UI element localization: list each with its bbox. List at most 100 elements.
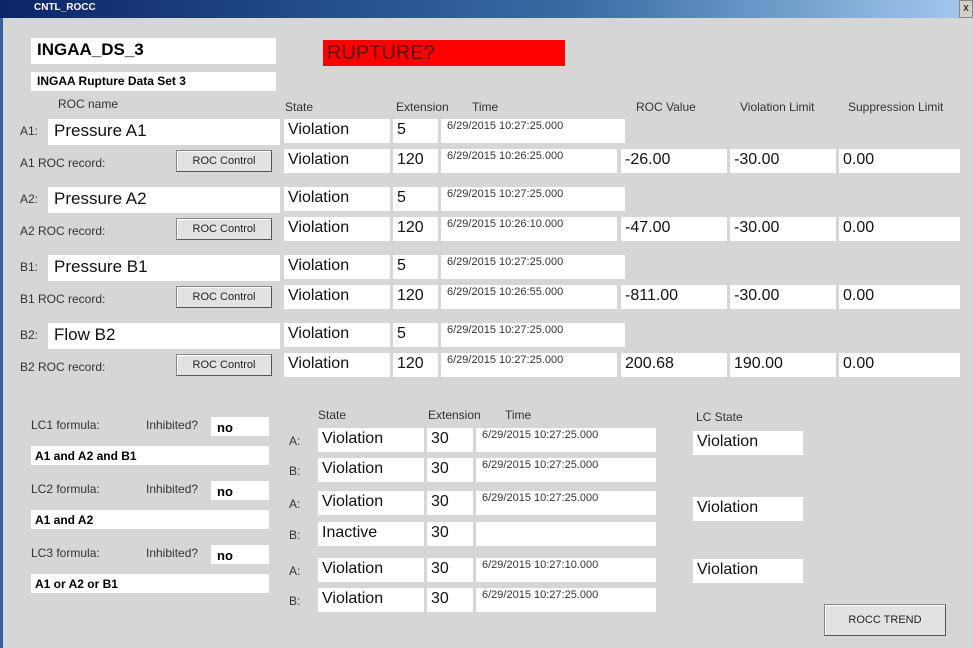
lc-a-time-field[interactable]: 6/29/2015 10:27:25.000	[476, 428, 656, 452]
condition-b-label: B:	[289, 594, 301, 608]
roc-record-time-field[interactable]: 6/29/2015 10:26:10.000	[441, 217, 617, 241]
lc-a-state-field[interactable]: Violation	[318, 558, 424, 582]
lc-state-field[interactable]: Violation	[693, 431, 803, 455]
lc-formula-field[interactable]: A1 and A2	[31, 510, 269, 529]
roc-record-extension-field[interactable]: 120	[393, 285, 438, 309]
roc-record-extension-field[interactable]: 120	[393, 353, 438, 377]
lc-a-extension-field[interactable]: 30	[427, 558, 473, 582]
lc-header-state: State	[318, 408, 347, 422]
roc-extension-field[interactable]: 5	[393, 255, 438, 279]
violation-limit-field[interactable]: -30.00	[730, 149, 836, 173]
lc-a-state-field[interactable]: Violation	[318, 491, 424, 515]
lc-state-field[interactable]: Violation	[693, 559, 803, 583]
roc-name-field[interactable]: Flow B2	[48, 323, 280, 349]
suppression-limit-field[interactable]: 0.00	[839, 285, 960, 309]
lc-b-state-field[interactable]: Inactive	[318, 522, 424, 546]
lc-b-extension-field[interactable]: 30	[427, 522, 473, 546]
roc-extension-field[interactable]: 5	[393, 323, 438, 347]
lc-header-time: Time	[505, 408, 532, 422]
lc-a-extension-field[interactable]: 30	[427, 491, 473, 515]
inhibited-field[interactable]: no	[211, 417, 269, 436]
roc-state-field[interactable]: Violation	[284, 187, 390, 211]
inhibited-label: Inhibited?	[146, 546, 199, 560]
roc-value-field[interactable]: -811.00	[621, 285, 727, 309]
roc-record-extension-field[interactable]: 120	[393, 149, 438, 173]
roc-name-field[interactable]: Pressure A2	[48, 187, 280, 213]
roc-extension-field[interactable]: 5	[393, 187, 438, 211]
roc-state-field[interactable]: Violation	[284, 255, 390, 279]
lc-b-time-field[interactable]	[476, 522, 656, 546]
roc-control-button[interactable]: ROC Control	[176, 286, 272, 308]
roc-label: B1:	[20, 260, 39, 274]
lc-a-time-field[interactable]: 6/29/2015 10:27:25.000	[476, 491, 656, 515]
roc-record-time-field[interactable]: 6/29/2015 10:26:55.000	[441, 285, 617, 309]
condition-b-label: B:	[289, 464, 301, 478]
roc-state-field[interactable]: Violation	[284, 119, 390, 143]
roc-value-field[interactable]: -26.00	[621, 149, 727, 173]
rocc-trend-button[interactable]: ROCC TREND	[824, 604, 946, 636]
roc-record-label: A2 ROC record:	[20, 224, 106, 238]
roc-extension-field[interactable]: 5	[393, 119, 438, 143]
roc-state-field[interactable]: Violation	[284, 323, 390, 347]
lc-a-state-field[interactable]: Violation	[318, 428, 424, 452]
roc-record-label: B1 ROC record:	[20, 292, 106, 306]
condition-b-label: B:	[289, 528, 301, 542]
lc-b-extension-field[interactable]: 30	[427, 588, 473, 612]
roc-time-field[interactable]: 6/29/2015 10:27:25.000	[441, 119, 625, 143]
header-roc-name: ROC name	[58, 97, 119, 111]
roc-value-field[interactable]: 200.68	[621, 353, 727, 377]
lc-a-time-field[interactable]: 6/29/2015 10:27:10.000	[476, 558, 656, 582]
violation-limit-field[interactable]: 190.00	[730, 353, 836, 377]
lc-b-time-field[interactable]: 6/29/2015 10:27:25.000	[476, 458, 656, 482]
lc-b-extension-field[interactable]: 30	[427, 458, 473, 482]
inhibited-label: Inhibited?	[146, 482, 199, 496]
rupture-alert: RUPTURE?	[323, 40, 565, 66]
roc-time-field[interactable]: 6/29/2015 10:27:25.000	[441, 323, 625, 347]
header-extension: Extension	[396, 100, 449, 114]
lc-formula-label: LC3 formula:	[31, 546, 100, 560]
lc-b-time-field[interactable]: 6/29/2015 10:27:25.000	[476, 588, 656, 612]
lc-formula-label: LC2 formula:	[31, 482, 100, 496]
roc-name-field[interactable]: Pressure A1	[48, 119, 280, 145]
roc-time-field[interactable]: 6/29/2015 10:27:25.000	[441, 187, 625, 211]
lc-header-extension: Extension	[428, 408, 481, 422]
roc-label: B2:	[20, 328, 39, 342]
lc-b-state-field[interactable]: Violation	[318, 588, 424, 612]
window-border	[0, 18, 3, 648]
lc-state-field[interactable]: Violation	[693, 497, 803, 521]
roc-record-time-field[interactable]: 6/29/2015 10:26:25.000	[441, 149, 617, 173]
inhibited-field[interactable]: no	[211, 545, 269, 564]
roc-name-field[interactable]: Pressure B1	[48, 255, 280, 281]
lc-formula-field[interactable]: A1 or A2 or B1	[31, 574, 269, 593]
violation-limit-field[interactable]: -30.00	[730, 217, 836, 241]
close-icon[interactable]: x	[959, 0, 973, 18]
roc-control-button[interactable]: ROC Control	[176, 150, 272, 172]
title-bar: CNTL_ROCC x	[0, 0, 973, 18]
condition-a-label: A:	[289, 564, 301, 578]
roc-control-button[interactable]: ROC Control	[176, 354, 272, 376]
lc-formula-field[interactable]: A1 and A2 and B1	[31, 446, 269, 465]
roc-record-state-field[interactable]: Violation	[284, 149, 390, 173]
roc-record-label: B2 ROC record:	[20, 360, 106, 374]
violation-limit-field[interactable]: -30.00	[730, 285, 836, 309]
roc-record-state-field[interactable]: Violation	[284, 217, 390, 241]
lc-b-state-field[interactable]: Violation	[318, 458, 424, 482]
condition-a-label: A:	[289, 497, 301, 511]
suppression-limit-field[interactable]: 0.00	[839, 353, 960, 377]
roc-time-field[interactable]: 6/29/2015 10:27:25.000	[441, 255, 625, 279]
suppression-limit-field[interactable]: 0.00	[839, 217, 960, 241]
roc-record-state-field[interactable]: Violation	[284, 285, 390, 309]
roc-record-extension-field[interactable]: 120	[393, 217, 438, 241]
lc-header-lc-state: LC State	[696, 410, 743, 424]
inhibited-label: Inhibited?	[146, 418, 199, 432]
lc-a-extension-field[interactable]: 30	[427, 428, 473, 452]
suppression-limit-field[interactable]: 0.00	[839, 149, 960, 173]
dataset-description-field[interactable]: INGAA Rupture Data Set 3	[31, 72, 276, 91]
header-suppression-limit: Suppression Limit	[848, 100, 944, 114]
roc-control-button[interactable]: ROC Control	[176, 218, 272, 240]
inhibited-field[interactable]: no	[211, 481, 269, 500]
roc-value-field[interactable]: -47.00	[621, 217, 727, 241]
dataset-name-field[interactable]: INGAA_DS_3	[31, 38, 276, 64]
roc-record-time-field[interactable]: 6/29/2015 10:27:25.000	[441, 353, 617, 377]
roc-record-state-field[interactable]: Violation	[284, 353, 390, 377]
